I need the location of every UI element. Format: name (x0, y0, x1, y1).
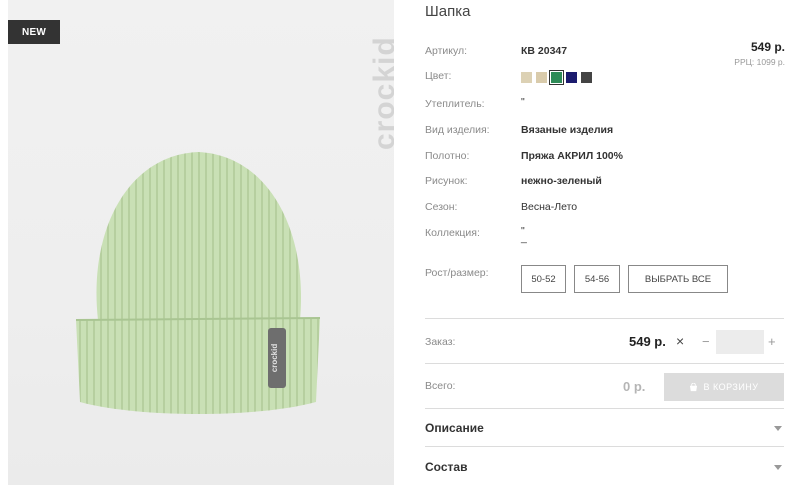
size-button-54-56[interactable]: 54-56 (574, 265, 620, 293)
accordion-description-title: Описание (425, 421, 484, 435)
color-swatches (521, 70, 592, 85)
quantity-input[interactable] (716, 330, 764, 354)
hat-label-text: crockid (270, 344, 279, 373)
divider (425, 318, 784, 319)
attr-label-season: Сезон: (425, 201, 458, 213)
divider (425, 408, 784, 409)
product-photo[interactable]: NEW crockid crockid (8, 0, 394, 485)
divider (425, 363, 784, 364)
add-to-cart-label: В КОРЗИНУ (703, 382, 759, 392)
order-label: Заказ: (425, 336, 456, 348)
color-swatch-green[interactable] (549, 70, 564, 85)
product-info: Шапка 549 р. РРЦ: 1099 р. Артикул: КВ 20… (425, 0, 785, 485)
product-title: Шапка (425, 3, 471, 20)
size-button-50-52[interactable]: 50-52 (521, 265, 566, 293)
order-price: 549 р. (629, 334, 666, 349)
decrease-quantity-button[interactable]: − (702, 334, 710, 349)
attr-label-article: Артикул: (425, 45, 468, 57)
times-icon: × (676, 333, 685, 349)
hat-image: crockid (75, 152, 321, 414)
attr-label-pattern: Рисунок: (425, 175, 468, 187)
color-swatch-navy[interactable] (566, 72, 577, 83)
attr-label-color: Цвет: (425, 70, 452, 82)
product-price: 549 р. (750, 40, 785, 54)
accordion-description[interactable]: Описание (425, 413, 784, 443)
attr-label-collection: Коллекция: (425, 227, 480, 239)
attr-label-fabric: Полотно: (425, 150, 470, 162)
attr-value-season: Весна-Лето (521, 201, 578, 213)
total-label: Всего: (425, 380, 456, 392)
accordion-composition[interactable]: Состав (425, 452, 784, 482)
divider (425, 446, 784, 447)
attr-value-type: Вязаные изделия (521, 124, 614, 136)
accordion-composition-title: Состав (425, 460, 468, 474)
cart-icon (690, 382, 698, 391)
new-badge: NEW (8, 20, 60, 44)
brand-watermark: crockid (368, 36, 394, 150)
attr-value-fabric: Пряжа АКРИЛ 100% (521, 150, 623, 162)
attr-value-pattern: нежно-зеленый (521, 175, 602, 187)
attr-value-insulation: " (521, 96, 525, 108)
select-all-button[interactable]: ВЫБРАТЬ ВСЕ (628, 265, 728, 293)
total-value: 0 р. (623, 379, 646, 394)
increase-quantity-button[interactable]: + (768, 334, 776, 349)
attr-value-collection-extra: _ (521, 232, 527, 244)
add-to-cart-button[interactable]: В КОРЗИНУ (664, 373, 784, 401)
color-swatch-beige-light[interactable] (521, 72, 532, 83)
attr-label-insulation: Утеплитель: (425, 98, 485, 110)
chevron-down-icon (774, 425, 782, 431)
product-rrp: РРЦ: 1099 р. (734, 57, 785, 67)
attr-value-article: КВ 20347 (521, 45, 568, 57)
chevron-down-icon (774, 464, 782, 470)
attr-label-size: Рост/размер: (425, 267, 489, 279)
color-swatch-dark-gray[interactable] (581, 72, 592, 83)
color-swatch-beige[interactable] (536, 72, 547, 83)
attr-label-type: Вид изделия: (425, 124, 490, 136)
